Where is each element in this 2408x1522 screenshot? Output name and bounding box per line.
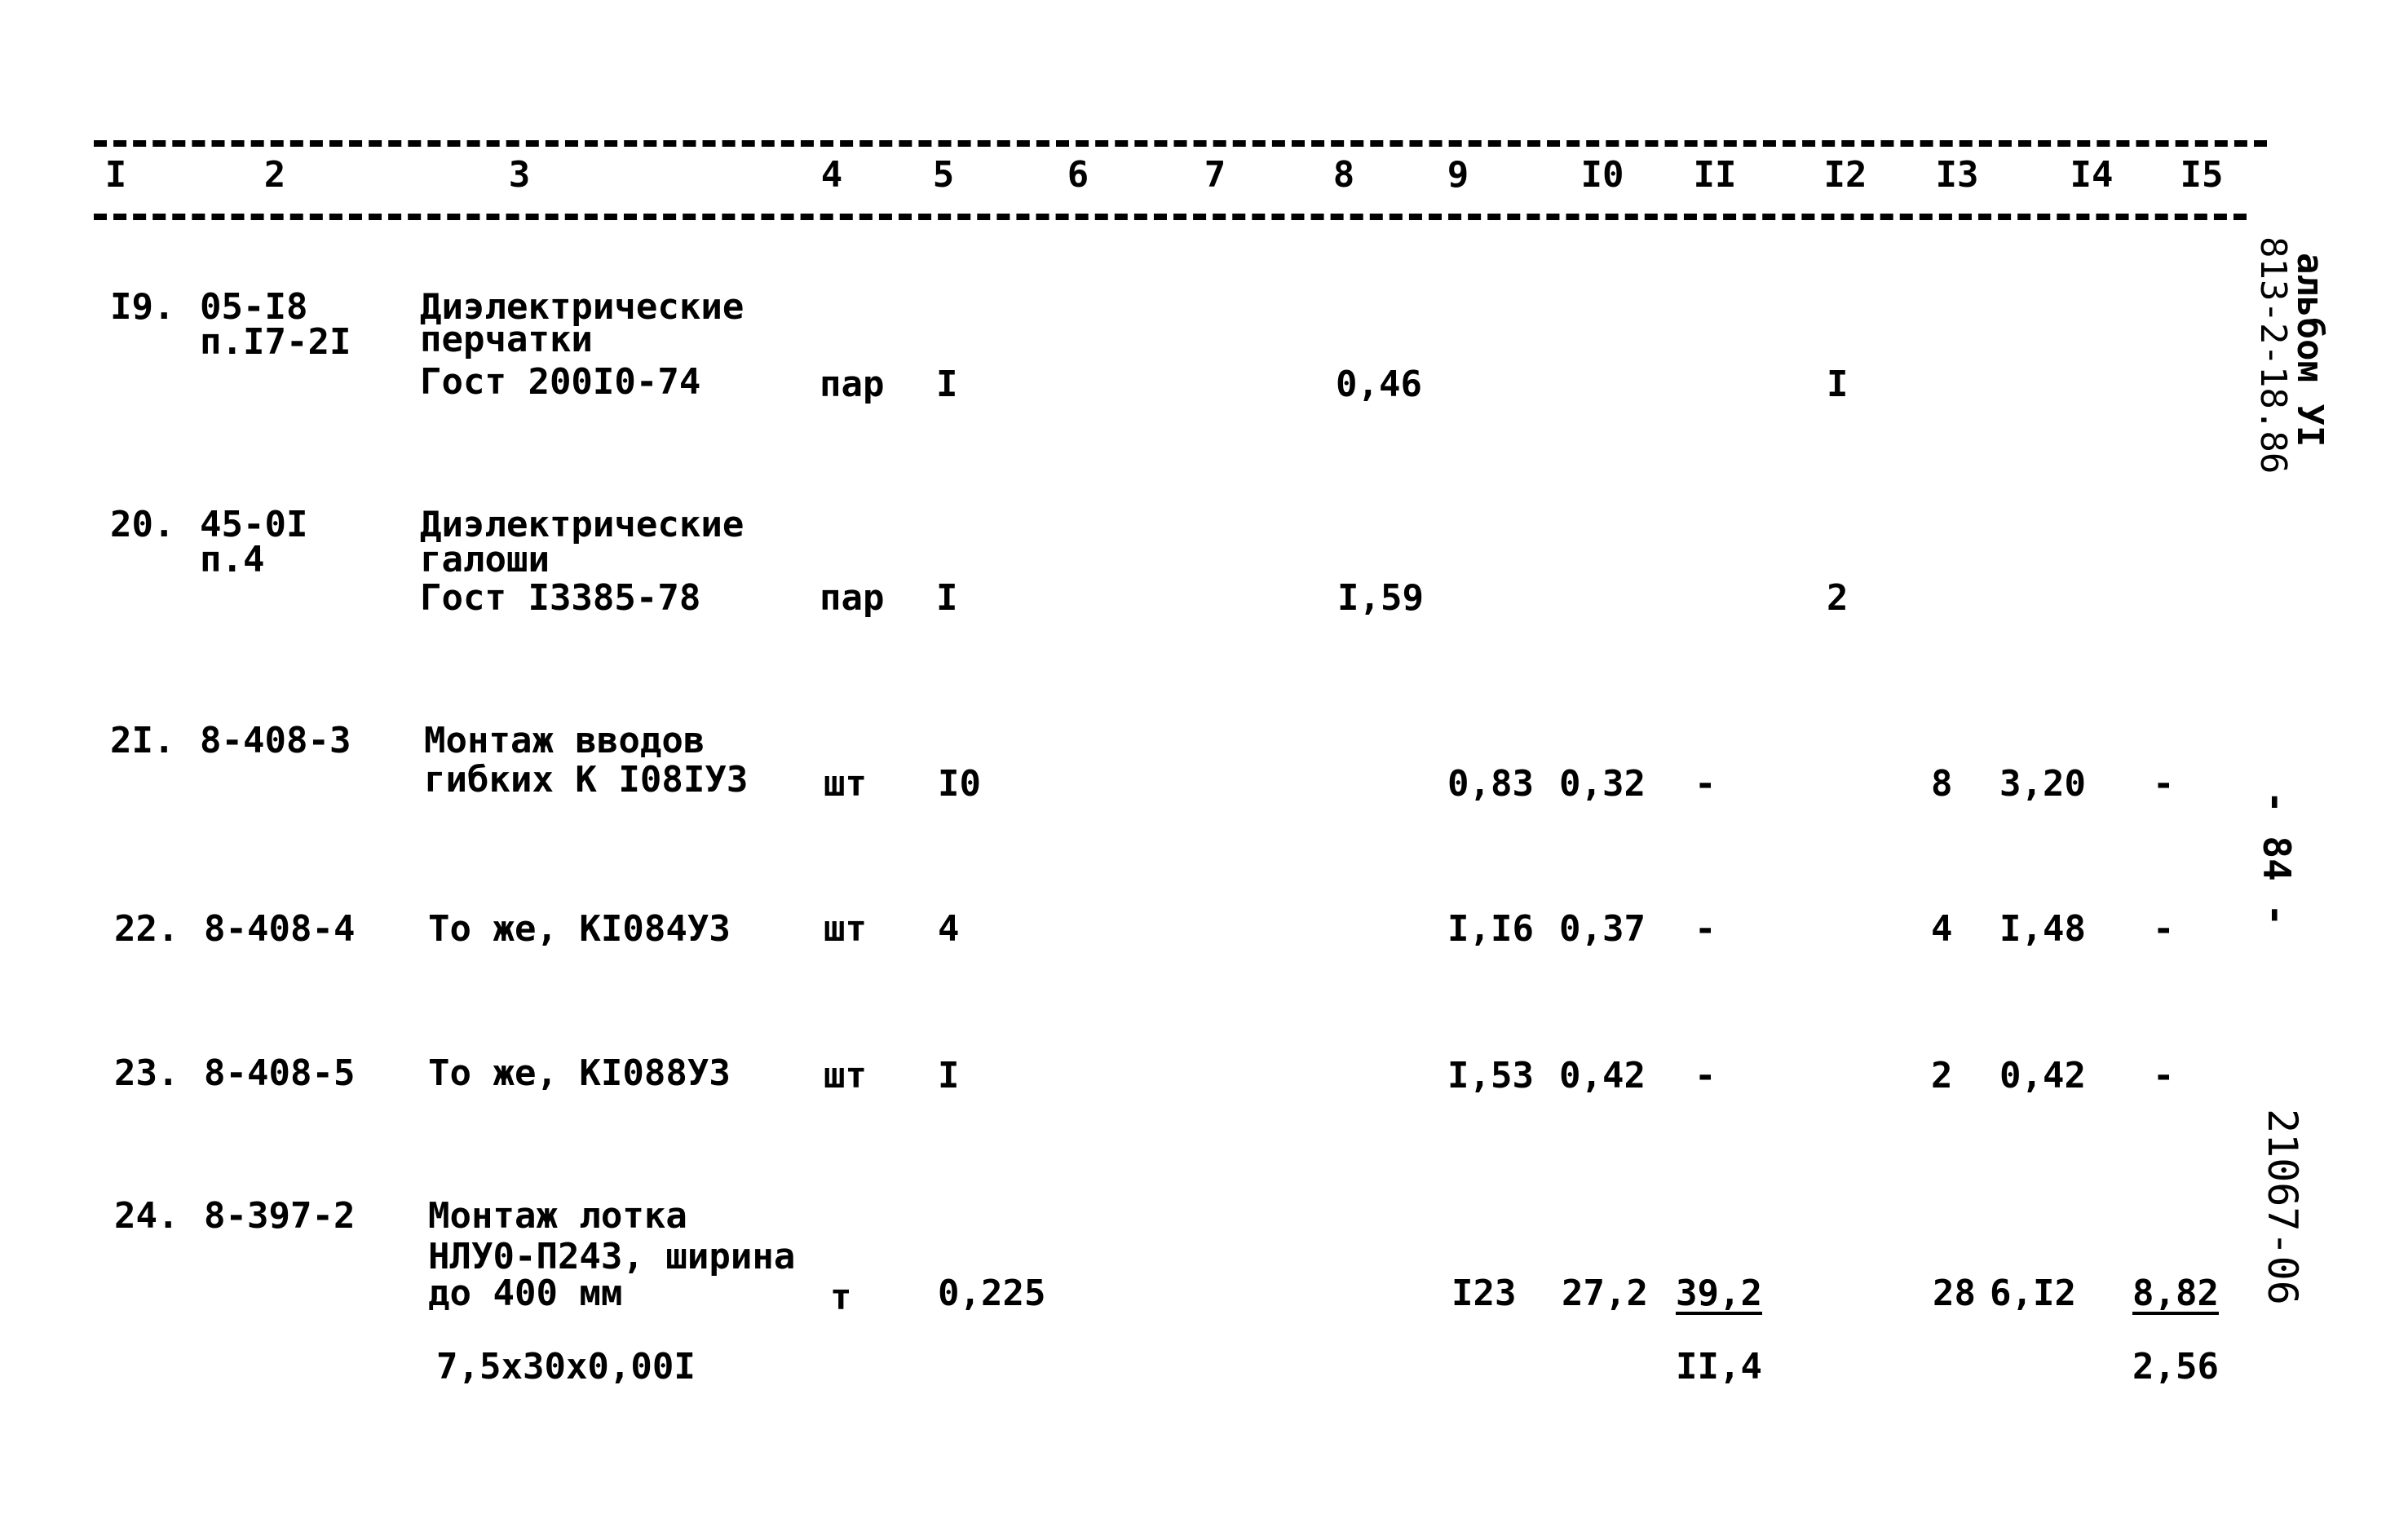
row-col12: 2 <box>1827 577 1849 619</box>
row-col14: I,48 <box>1999 908 2086 950</box>
row-unit: пар <box>820 364 885 405</box>
col-header-8: 8 <box>1332 154 1355 196</box>
row-code: 05-I8 <box>200 286 308 328</box>
row-col11: - <box>1694 1055 1717 1096</box>
header-top-rule <box>94 140 2267 147</box>
col-header-3: 3 <box>508 154 531 196</box>
row-col9: I,I6 <box>1447 908 1534 950</box>
col-header-10: I0 <box>1580 154 1624 196</box>
row-unit: пар <box>820 577 885 619</box>
row-quantity: I0 <box>938 763 981 805</box>
album-code: 813-2-18.86 <box>2252 236 2294 474</box>
row-quantity: 4 <box>938 908 960 950</box>
row-extra-col11: II,4 <box>1676 1346 1762 1387</box>
row-number: 22. <box>114 908 179 950</box>
row-unit: шт <box>824 1055 867 1096</box>
row-number: 20. <box>110 504 175 545</box>
row-quantity: I <box>936 364 958 405</box>
row-extra-col15: 2,56 <box>2132 1346 2219 1387</box>
row-col9: I23 <box>1451 1273 1517 1314</box>
row-col12: I <box>1827 364 1849 405</box>
row-unit: т <box>830 1277 852 1318</box>
row-description-line3: Гост 200I0-74 <box>420 361 701 403</box>
row-col11: - <box>1694 763 1717 805</box>
album-label: альбом УI <box>2289 253 2331 448</box>
row-number: 2I. <box>110 720 175 761</box>
row-col13: 4 <box>1931 908 1953 950</box>
col-header-5: 5 <box>932 154 955 196</box>
row-col13: 2 <box>1931 1055 1953 1096</box>
row-description-line2: галоши <box>420 539 550 580</box>
row-col15: - <box>2153 1055 2175 1096</box>
row-col11: - <box>1694 908 1717 950</box>
row-number: 23. <box>114 1052 179 1094</box>
row-col13: 28 <box>1933 1273 1976 1314</box>
row-description: Монтаж вводов <box>424 720 705 761</box>
col-header-6: 6 <box>1067 154 1089 196</box>
col-header-1: I <box>104 154 127 196</box>
row-number: 24. <box>114 1195 179 1237</box>
row-number: I9. <box>110 286 175 328</box>
page-number: - 84 - <box>2255 791 2299 927</box>
row-extra-description: 7,5х30х0,00I <box>436 1346 696 1387</box>
row-description: То же, КI088У3 <box>428 1052 731 1094</box>
row-code: 8-408-3 <box>200 720 351 761</box>
col-header-2: 2 <box>263 154 286 196</box>
row-col9: 0,83 <box>1447 763 1534 805</box>
col-header-9: 9 <box>1447 154 1469 196</box>
row-col11: 39,2 <box>1676 1273 1762 1314</box>
row-description: То же, КI084У3 <box>428 908 731 950</box>
document-code: 21067-06 <box>2259 1109 2306 1305</box>
col-header-12: I2 <box>1823 154 1867 196</box>
row-col10: 0,37 <box>1559 908 1646 950</box>
row-col9: I,53 <box>1447 1055 1534 1096</box>
col-header-14: I4 <box>2070 154 2114 196</box>
col-header-7: 7 <box>1204 154 1226 196</box>
row-quantity: I <box>938 1055 960 1096</box>
col-header-11: II <box>1693 154 1737 196</box>
row-col15: - <box>2153 908 2175 950</box>
row-col13: 8 <box>1931 763 1953 805</box>
row-code: 8-397-2 <box>204 1195 356 1237</box>
row-col10: 0,42 <box>1559 1055 1646 1096</box>
row-quantity: I <box>936 577 958 619</box>
row-col14: 6,I2 <box>1990 1273 2076 1314</box>
row-col14: 0,42 <box>1999 1055 2086 1096</box>
row-col14: 3,20 <box>1999 763 2086 805</box>
row-unit: шт <box>824 763 867 805</box>
row-description-line2: перчатки <box>420 319 593 360</box>
row-description: Монтаж лотка <box>428 1195 687 1237</box>
row-quantity: 0,225 <box>938 1273 1046 1314</box>
row-code-sub: п.I7-2I <box>200 321 351 363</box>
row-code: 45-0I <box>200 504 308 545</box>
row-description-line3: Гост I3385-78 <box>420 577 701 619</box>
row-col8: I,59 <box>1337 577 1424 619</box>
row-description-line3: до 400 мм <box>428 1273 623 1314</box>
row-unit: шт <box>824 908 867 950</box>
row-description: Диэлектрические <box>420 504 744 545</box>
row-code-sub: п.4 <box>200 539 265 580</box>
row-description-line2: гибких К I08IУ3 <box>424 759 749 801</box>
row-code: 8-408-5 <box>204 1052 356 1094</box>
row-description-line2: НЛУ0-П243, ширина <box>428 1236 796 1277</box>
header-bottom-rule <box>94 214 2247 220</box>
col-header-13: I3 <box>1935 154 1979 196</box>
row-col15: - <box>2153 763 2175 805</box>
row-code: 8-408-4 <box>204 908 356 950</box>
col-header-4: 4 <box>820 154 843 196</box>
row-col10: 27,2 <box>1562 1273 1648 1314</box>
row-col8: 0,46 <box>1336 364 1422 405</box>
row-col15: 8,82 <box>2132 1273 2219 1314</box>
col-header-15: I5 <box>2180 154 2224 196</box>
row-col10: 0,32 <box>1559 763 1646 805</box>
